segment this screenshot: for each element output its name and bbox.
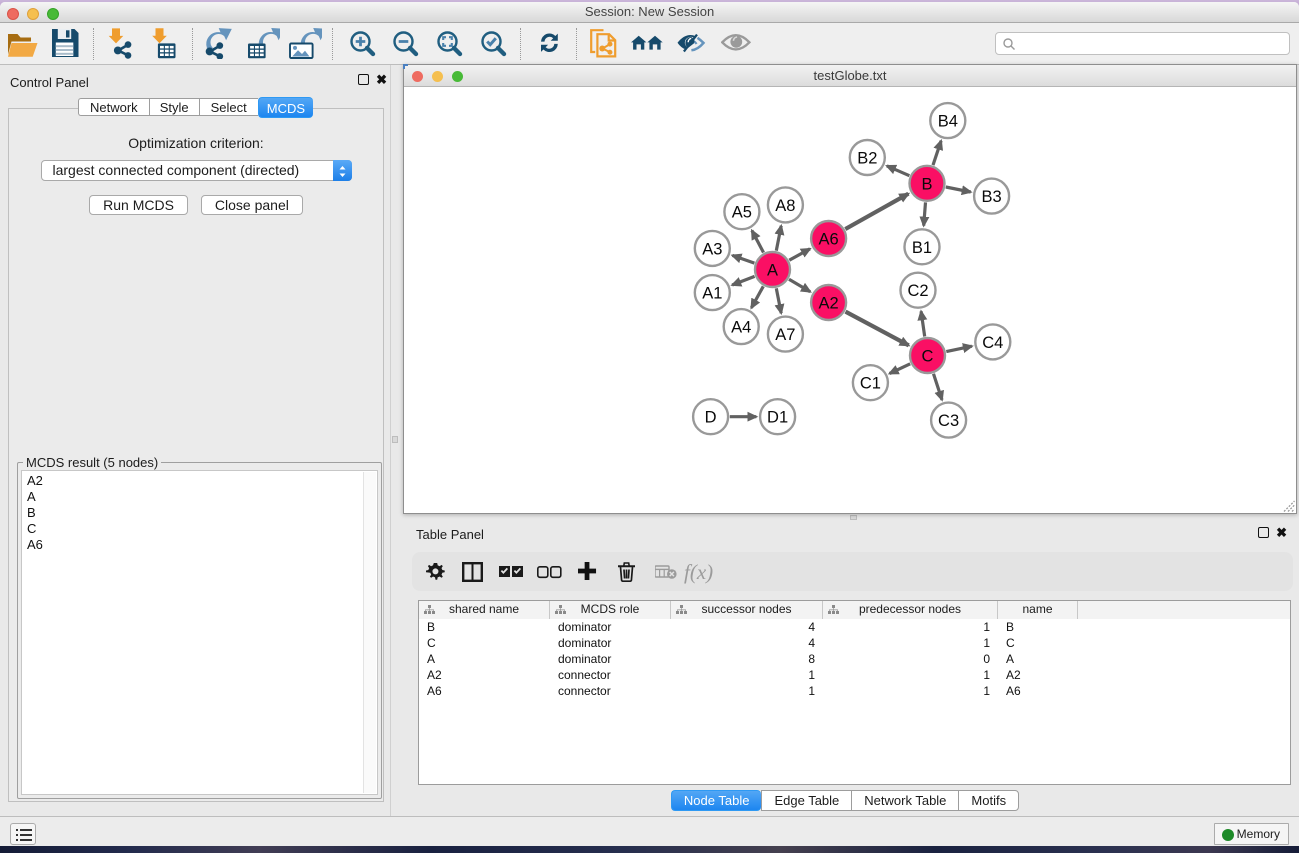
svg-text:A: A <box>767 262 778 280</box>
svg-text:B3: B3 <box>982 188 1002 206</box>
svg-text:A1: A1 <box>702 285 722 303</box>
svg-text:C2: C2 <box>907 282 928 300</box>
svg-text:D1: D1 <box>767 409 788 427</box>
svg-text:B4: B4 <box>938 113 958 131</box>
svg-text:C4: C4 <box>982 334 1003 352</box>
svg-text:A7: A7 <box>775 326 795 344</box>
svg-text:A8: A8 <box>775 197 795 215</box>
svg-text:D: D <box>705 409 717 427</box>
svg-text:C1: C1 <box>860 375 881 393</box>
svg-text:A4: A4 <box>731 319 751 337</box>
svg-text:A2: A2 <box>819 295 839 313</box>
svg-text:B: B <box>921 175 932 193</box>
svg-text:B2: B2 <box>857 150 877 168</box>
svg-text:C3: C3 <box>938 412 959 430</box>
svg-text:C: C <box>922 348 934 366</box>
svg-text:A6: A6 <box>819 231 839 249</box>
svg-text:A5: A5 <box>732 204 752 222</box>
svg-text:B1: B1 <box>912 239 932 257</box>
svg-text:A3: A3 <box>702 240 722 258</box>
